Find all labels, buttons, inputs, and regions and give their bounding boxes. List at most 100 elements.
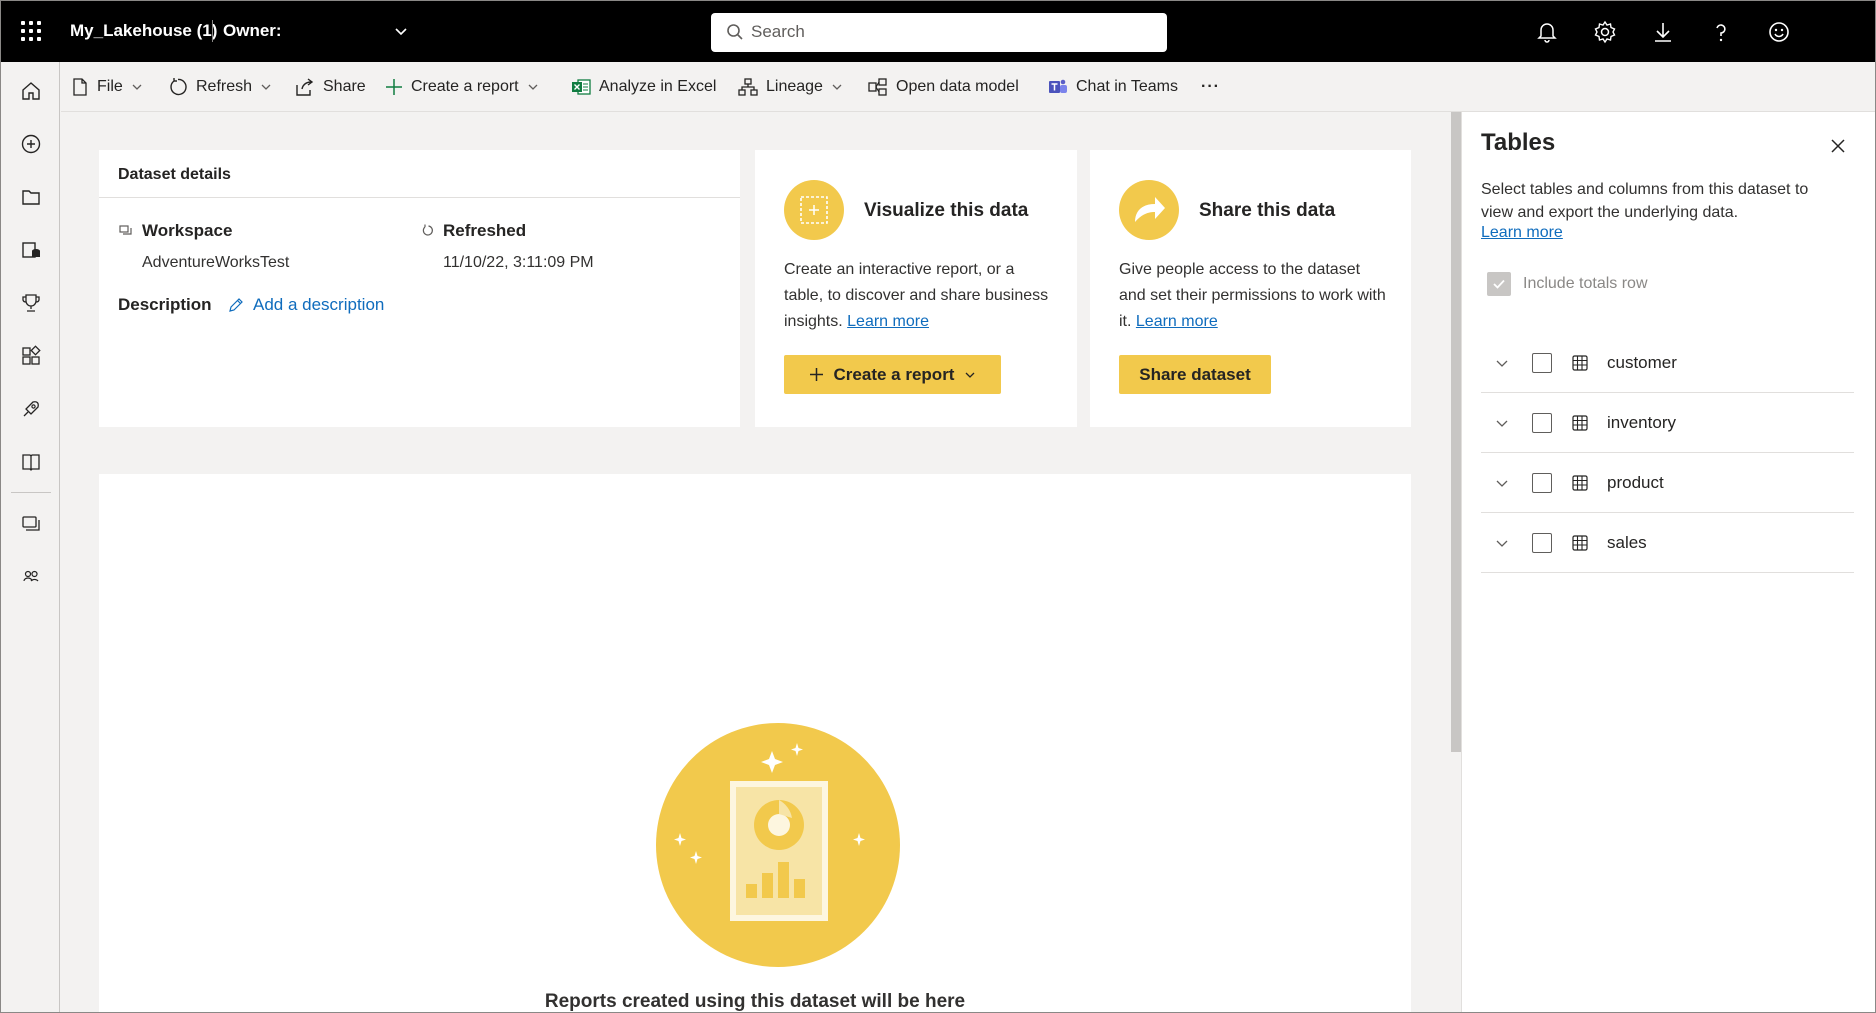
left-nav-rail (1, 62, 60, 1012)
people-icon[interactable] (20, 566, 42, 588)
refresh-button[interactable]: Refresh (168, 76, 272, 98)
refresh-label: Refresh (196, 78, 253, 95)
share-arrow-icon (1119, 180, 1179, 240)
create-report-dropdown-button[interactable]: Create a report (784, 355, 1001, 394)
table-icon (1572, 535, 1588, 551)
command-bar: File Refresh Share Create a report Analy… (61, 62, 1875, 112)
data-model-icon (868, 78, 887, 96)
share-dataset-button[interactable]: Share dataset (1119, 355, 1271, 394)
dataset-details-card: Dataset details Workspace AdventureWorks… (99, 150, 740, 427)
create-icon[interactable] (20, 133, 42, 155)
search-box[interactable] (711, 13, 1167, 52)
table-row[interactable]: sales (1481, 513, 1854, 573)
panel-description: Select tables and columns from this data… (1481, 181, 1809, 221)
rail-divider (11, 492, 51, 493)
share-label: Share (323, 78, 366, 95)
teams-icon (1049, 79, 1067, 93)
details-header-title: Dataset details (118, 166, 231, 183)
refreshed-value: 11/10/22, 3:11:09 PM (443, 254, 594, 271)
open-data-model-button[interactable]: Open data model (868, 76, 1019, 98)
share-title: Share this data (1199, 200, 1336, 221)
open-data-model-label: Open data model (896, 78, 1019, 95)
search-input[interactable] (751, 17, 1151, 47)
reports-area: Reports created using this dataset will … (99, 474, 1411, 1012)
table-row[interactable]: customer (1481, 333, 1854, 393)
main-content: Dataset details Workspace AdventureWorks… (61, 112, 1451, 1012)
file-icon (73, 78, 87, 96)
datahub-icon[interactable] (20, 239, 42, 261)
analyze-excel-label: Analyze in Excel (599, 78, 717, 95)
lineage-label: Lineage (766, 78, 823, 95)
chevron-down-icon (528, 84, 538, 90)
chevron-down-icon[interactable] (1494, 415, 1510, 431)
visualize-description: Create an interactive report, or a table… (784, 257, 1054, 335)
learn-icon[interactable] (20, 451, 42, 473)
bell-icon[interactable] (1534, 19, 1560, 45)
analyze-excel-button[interactable]: Analyze in Excel (571, 76, 716, 98)
table-checkbox[interactable] (1532, 413, 1552, 433)
checkmark-icon (1487, 272, 1511, 296)
file-label: File (97, 78, 123, 95)
create-report-button[interactable]: Create a report (385, 76, 539, 98)
share-learn-more-link[interactable]: Learn more (1136, 313, 1218, 330)
app-title[interactable]: My_Lakehouse (1) (70, 21, 217, 41)
panel-learn-more-link[interactable]: Learn more (1481, 224, 1563, 242)
file-menu[interactable]: File (71, 76, 143, 98)
lineage-button[interactable]: Lineage (738, 76, 843, 98)
excel-icon (572, 79, 591, 95)
refreshed-icon (422, 224, 433, 236)
top-bar: My_Lakehouse (1) Owner: (1, 1, 1875, 62)
browse-icon[interactable] (20, 186, 42, 208)
include-totals-label: Include totals row (1523, 275, 1648, 292)
chevron-down-icon (832, 84, 842, 90)
create-report-label: Create a report (411, 78, 519, 95)
deployment-icon[interactable] (20, 398, 42, 420)
gear-icon[interactable] (1592, 19, 1618, 45)
lineage-icon (738, 78, 758, 96)
table-checkbox[interactable] (1532, 533, 1552, 553)
chat-teams-button[interactable]: Chat in Teams (1048, 76, 1178, 98)
visualize-card: Visualize this data Create an interactiv… (755, 150, 1077, 427)
share-icon (296, 78, 314, 96)
table-checkbox[interactable] (1532, 353, 1552, 373)
add-description-link[interactable]: Add a description (228, 295, 384, 315)
chevron-down-icon[interactable] (1494, 535, 1510, 551)
table-row[interactable]: product (1481, 453, 1854, 513)
table-icon (1572, 415, 1588, 431)
table-name: product (1607, 473, 1664, 492)
pencil-icon (229, 298, 243, 312)
table-name: inventory (1607, 413, 1676, 432)
download-icon[interactable] (1650, 19, 1676, 45)
chevron-down-icon (261, 84, 271, 90)
home-icon[interactable] (20, 80, 42, 102)
create-report-button-label: Create a report (833, 364, 955, 384)
main-scrollbar[interactable] (1451, 112, 1461, 752)
table-name: customer (1607, 353, 1677, 372)
add-description-text: Add a description (253, 295, 385, 314)
plus-icon (809, 368, 823, 381)
help-icon[interactable] (1708, 19, 1734, 45)
workspaces-icon[interactable] (20, 513, 42, 535)
table-checkbox[interactable] (1532, 473, 1552, 493)
visualize-learn-more-link[interactable]: Learn more (847, 313, 929, 330)
description-label: Description (118, 295, 212, 314)
visualize-icon (784, 180, 844, 240)
chevron-down-icon (132, 84, 142, 90)
goals-icon[interactable] (20, 292, 42, 314)
chevron-down-icon[interactable] (393, 23, 409, 39)
chevron-down-icon (966, 372, 975, 378)
panel-title: Tables (1481, 129, 1556, 156)
title-separator (212, 20, 213, 42)
chevron-down-icon[interactable] (1494, 475, 1510, 491)
app-launcher-icon[interactable] (21, 21, 41, 41)
smiley-icon[interactable] (1766, 19, 1792, 45)
apps-icon[interactable] (20, 345, 42, 367)
search-icon (727, 24, 743, 40)
workspace-icon (119, 225, 132, 235)
close-icon[interactable] (1828, 136, 1848, 156)
include-totals-checkbox: Include totals row (1487, 272, 1648, 296)
share-button[interactable]: Share (295, 76, 366, 98)
table-row[interactable]: inventory (1481, 393, 1854, 453)
chevron-down-icon[interactable] (1494, 355, 1510, 371)
more-options-button[interactable]: ··· (1201, 76, 1220, 98)
